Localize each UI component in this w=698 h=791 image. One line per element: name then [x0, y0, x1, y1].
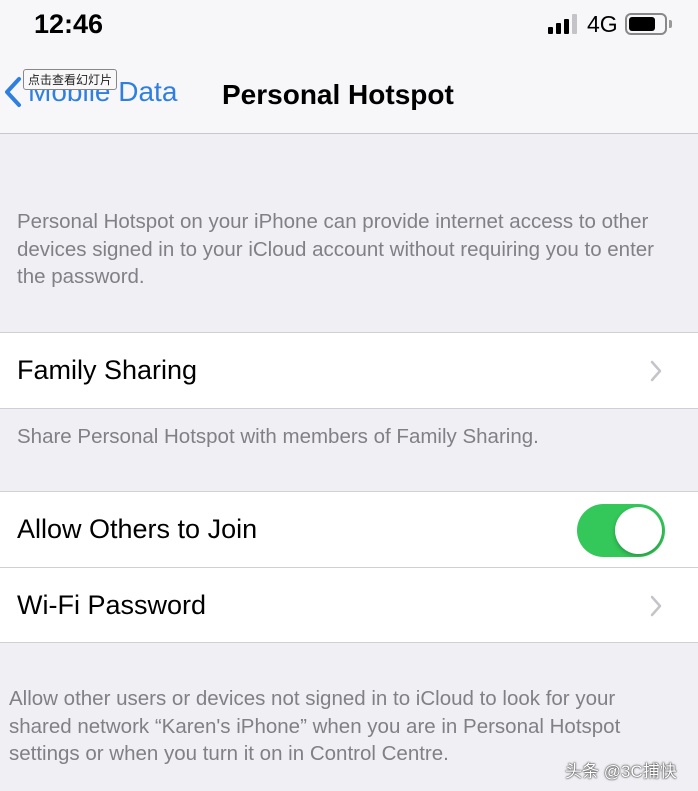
family-sharing-group: Family Sharing [0, 332, 698, 409]
allow-others-toggle[interactable] [577, 504, 665, 557]
family-sharing-footer: Share Personal Hotspot with members of F… [17, 425, 539, 448]
signal-icon [548, 14, 577, 34]
battery-icon [625, 13, 667, 35]
network-footer: Allow other users or devices not signed … [9, 687, 621, 765]
allow-others-row: Allow Others to Join [0, 492, 698, 567]
chevron-left-icon [5, 77, 21, 107]
wifi-password-label: Wi-Fi Password [17, 589, 207, 620]
navigation-bar: Mobile Data Personal Hotspot [0, 50, 698, 134]
intro-description: Personal Hotspot on your iPhone can prov… [17, 210, 655, 288]
hotspot-settings-group: Allow Others to Join Wi-Fi Password [0, 491, 698, 643]
page-title: Personal Hotspot [222, 79, 454, 110]
tooltip: 点击查看幻灯片 [23, 69, 118, 90]
status-bar: 12:46 4G [0, 0, 698, 50]
wifi-password-row[interactable]: Wi-Fi Password [0, 567, 698, 642]
watermark: 头条 @3C捕快 [565, 762, 677, 781]
allow-others-label: Allow Others to Join [17, 514, 258, 544]
toggle-knob [615, 507, 662, 554]
network-type: 4G [587, 11, 618, 37]
battery-tip [669, 20, 672, 28]
family-sharing-label: Family Sharing [17, 355, 198, 385]
chevron-right-icon [650, 360, 662, 382]
family-sharing-row[interactable]: Family Sharing [0, 333, 698, 408]
chevron-right-icon [650, 595, 662, 617]
status-time: 12:46 [34, 9, 104, 39]
